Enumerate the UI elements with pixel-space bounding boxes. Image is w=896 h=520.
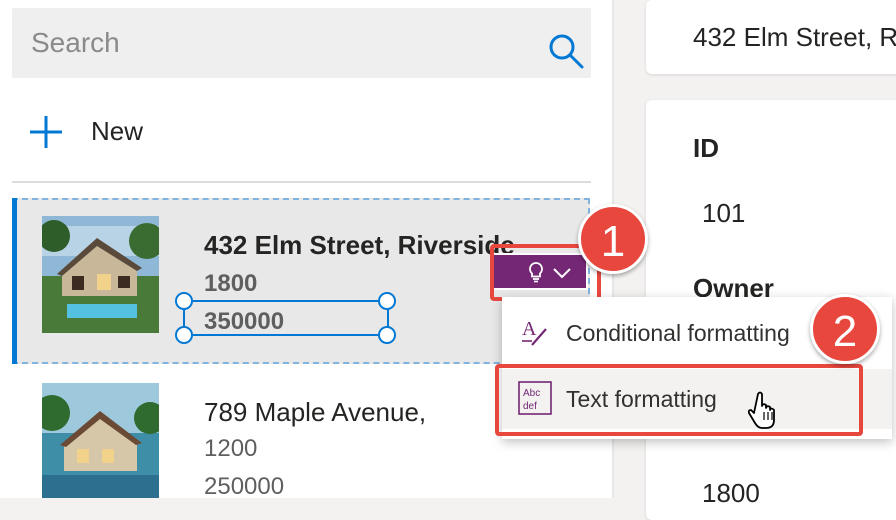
conditional-format-icon: A <box>518 315 552 354</box>
house-thumbnail[interactable] <box>42 383 159 498</box>
field-value-bottom: 1800 <box>702 478 760 508</box>
selection-accent <box>12 198 17 364</box>
plus-icon <box>28 114 64 155</box>
detail-title: 432 Elm Street, R <box>693 22 896 52</box>
new-button-label: New <box>91 116 144 146</box>
step-badge-1: 1 <box>578 204 648 274</box>
field-value-id: 101 <box>702 198 746 228</box>
item-line2: 1200 <box>204 435 258 462</box>
step-badge-2: 2 <box>810 294 880 364</box>
menu-item-label: Conditional formatting <box>566 320 790 346</box>
search-box[interactable]: Search <box>12 8 591 78</box>
hand-cursor-icon <box>747 390 784 435</box>
highlight-box-2 <box>495 364 863 436</box>
house-thumbnail[interactable] <box>42 216 159 333</box>
item-title: 432 Elm Street, Riverside <box>204 230 515 260</box>
svg-text:A: A <box>522 318 537 340</box>
item-line3: 250000 <box>204 473 285 498</box>
item-title: 789 Maple Avenue, <box>204 397 427 427</box>
selection-handles[interactable] <box>175 292 405 344</box>
divider <box>12 181 591 183</box>
new-button[interactable]: New <box>28 112 228 152</box>
field-label-id: ID <box>693 133 719 163</box>
search-input[interactable]: Search <box>31 27 120 59</box>
search-icon[interactable] <box>547 32 585 75</box>
